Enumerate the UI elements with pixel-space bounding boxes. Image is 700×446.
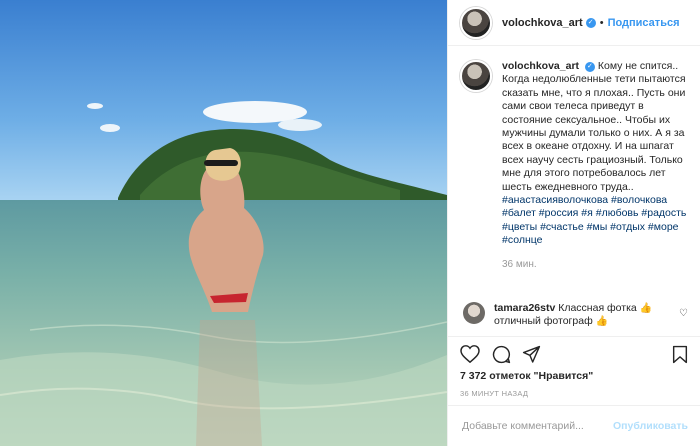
thumbs-up-icon: 👍 — [639, 303, 653, 314]
caption-first-line: Кому не спится.. — [597, 60, 679, 72]
post-timestamp: 36 МИНУТ НАЗАД — [460, 389, 529, 398]
caption-time: 36 мин. — [502, 258, 537, 270]
commenter-username[interactable]: tamara26stv — [494, 302, 555, 314]
verified-badge-icon: ✓ — [584, 62, 595, 72]
follow-button[interactable]: Подписаться — [608, 17, 680, 29]
beach-photo-image — [0, 0, 447, 446]
verified-badge-icon: ✓ — [585, 17, 596, 28]
share-icon[interactable] — [522, 345, 541, 369]
caption-username[interactable]: volochkova_art — [502, 60, 579, 72]
caption-avatar[interactable] — [460, 60, 492, 92]
likes-count[interactable]: 7 372 отметок "Нравится" — [460, 370, 593, 382]
separator-dot: • — [599, 16, 604, 29]
comment-body: Классная фотка — [558, 302, 637, 314]
publish-button[interactable]: Опубликовать — [613, 420, 688, 432]
comment-like-heart-icon[interactable]: ♡ — [679, 308, 688, 319]
hashtag-links[interactable]: #анастасияволочкова #волочкова #балет #р… — [502, 194, 686, 246]
comments-section[interactable]: volochkova_art ✓ Кому не спится.. Когда … — [448, 46, 700, 336]
post-caption: volochkova_art ✓ Кому не спится.. Когда … — [448, 46, 700, 271]
comment-input[interactable] — [460, 419, 614, 433]
heart-icon[interactable] — [460, 345, 480, 368]
author-avatar[interactable] — [460, 6, 492, 39]
author-username[interactable]: volochkova_art — [502, 17, 583, 29]
comment-icon[interactable] — [492, 345, 511, 369]
post-sidebar: volochkova_art ✓ • Подписаться volochkov… — [447, 0, 700, 446]
comment-body-2: отличный фотограф — [494, 315, 593, 328]
caption-hashtags: #анастасияволочкова #волочкова #балет #р… — [502, 194, 688, 248]
thumbs-up-icon: 👍 — [595, 316, 609, 328]
post-header: volochkova_art ✓ • Подписаться — [448, 0, 700, 46]
caption-body: volochkova_art ✓ Кому не спится.. Когда … — [502, 60, 688, 271]
commenter-avatar[interactable] — [463, 302, 485, 324]
post-photo[interactable] — [0, 0, 447, 446]
comment-item: tamara26stv Классная фотка 👍 отличный фо… — [448, 302, 700, 329]
comment-text: tamara26stv Классная фотка 👍 отличный фо… — [494, 302, 674, 329]
add-comment-bar: Опубликовать — [448, 405, 700, 446]
save-bookmark-icon[interactable] — [672, 345, 688, 369]
caption-text: Когда недолюбленные тети пытаются сказат… — [502, 73, 686, 193]
post-actions-bar — [448, 336, 700, 370]
